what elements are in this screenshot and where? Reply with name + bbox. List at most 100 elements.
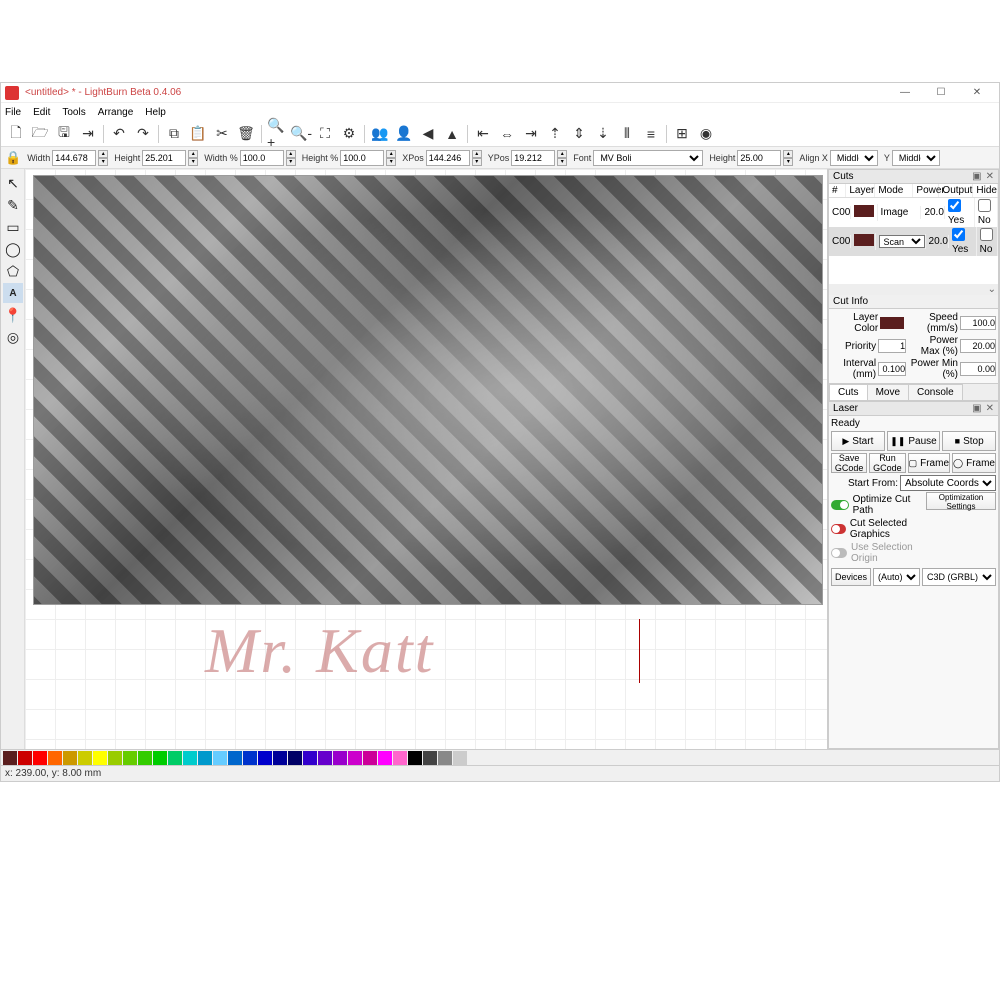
cut-icon[interactable]: ✂ bbox=[211, 123, 233, 145]
rect-tool-icon[interactable]: ▭ bbox=[3, 217, 23, 237]
palette-swatch[interactable] bbox=[408, 751, 422, 765]
alignx-select[interactable]: Middle bbox=[830, 150, 878, 166]
palette-swatch[interactable] bbox=[348, 751, 362, 765]
hide-checkbox[interactable] bbox=[978, 199, 991, 212]
frame-rect-button[interactable]: ▢ Frame bbox=[908, 453, 950, 473]
paste-icon[interactable]: 📋 bbox=[187, 123, 209, 145]
zoom-frame-icon[interactable]: ⛶ bbox=[314, 123, 336, 145]
palette-swatch[interactable] bbox=[213, 751, 227, 765]
save-icon[interactable]: 🖫 bbox=[53, 123, 75, 145]
position-tool-icon[interactable]: 📍 bbox=[3, 305, 23, 325]
settings-icon[interactable]: ⚙ bbox=[338, 123, 360, 145]
heightp-spinner[interactable]: ▴▾ bbox=[386, 150, 396, 166]
widthp-input[interactable] bbox=[240, 150, 284, 166]
palette-swatch[interactable] bbox=[273, 751, 287, 765]
hide-checkbox[interactable] bbox=[980, 228, 993, 241]
palette-swatch[interactable] bbox=[198, 751, 212, 765]
align-bottom-icon[interactable]: ⇣ bbox=[592, 123, 614, 145]
distribute-v-icon[interactable]: ≡ bbox=[640, 123, 662, 145]
polygon-tool-icon[interactable]: ⬠ bbox=[3, 261, 23, 281]
device-auto-select[interactable]: (Auto) bbox=[873, 568, 920, 586]
zoom-in-icon[interactable]: 🔍+ bbox=[266, 123, 288, 145]
palette-swatch[interactable] bbox=[378, 751, 392, 765]
device-machine-select[interactable]: C3D (GRBL) bbox=[922, 568, 996, 586]
cuts-row[interactable]: C00 Image 20.0 Yes No bbox=[829, 198, 998, 227]
palette-swatch[interactable] bbox=[168, 751, 182, 765]
pmin-input[interactable] bbox=[960, 362, 996, 376]
palette-swatch[interactable] bbox=[123, 751, 137, 765]
start-button[interactable]: ▶ Start bbox=[831, 431, 885, 451]
palette-swatch[interactable] bbox=[48, 751, 62, 765]
menu-arrange[interactable]: Arrange bbox=[98, 107, 134, 118]
canvas[interactable]: Mr. Katt bbox=[25, 169, 827, 749]
cuts-row[interactable]: C00 Scan 20.0 Yes No bbox=[829, 227, 998, 256]
ungroup-icon[interactable]: 👤 bbox=[393, 123, 415, 145]
canvas-text-object[interactable]: Mr. Katt bbox=[205, 614, 434, 688]
offset-tool-icon[interactable]: ◎ bbox=[3, 327, 23, 347]
aligny-select[interactable]: Middle bbox=[892, 150, 940, 166]
widthp-spinner[interactable]: ▴▾ bbox=[286, 150, 296, 166]
palette-swatch[interactable] bbox=[333, 751, 347, 765]
layercolor-swatch[interactable] bbox=[880, 317, 904, 329]
palette-swatch[interactable] bbox=[288, 751, 302, 765]
palette-swatch[interactable] bbox=[78, 751, 92, 765]
undo-icon[interactable]: ↶ bbox=[108, 123, 130, 145]
optimize-toggle[interactable] bbox=[831, 500, 849, 510]
panel-undock-icon[interactable]: ▣ bbox=[972, 171, 981, 182]
lock-icon[interactable]: 🔒 bbox=[5, 150, 21, 166]
font-select[interactable]: MV Boli bbox=[593, 150, 703, 166]
select-tool-icon[interactable]: ↖ bbox=[3, 173, 23, 193]
close-button[interactable]: ✕ bbox=[959, 84, 995, 102]
palette-swatch[interactable] bbox=[393, 751, 407, 765]
text-tool-icon[interactable]: A bbox=[3, 283, 23, 303]
palette-swatch[interactable] bbox=[438, 751, 452, 765]
ypos-input[interactable] bbox=[511, 150, 555, 166]
mode-select[interactable]: Scan bbox=[879, 235, 925, 248]
flip-h-icon[interactable]: ◀ bbox=[417, 123, 439, 145]
save-gcode-button[interactable]: Save GCode bbox=[831, 453, 867, 473]
speed-input[interactable] bbox=[960, 316, 996, 330]
open-icon[interactable]: 🗁 bbox=[29, 123, 51, 145]
frame-circle-button[interactable]: ◯ Frame bbox=[952, 453, 996, 473]
run-gcode-button[interactable]: Run GCode bbox=[869, 453, 905, 473]
flip-v-icon[interactable]: ▲ bbox=[441, 123, 463, 145]
menu-edit[interactable]: Edit bbox=[33, 107, 50, 118]
palette-swatch[interactable] bbox=[63, 751, 77, 765]
ellipse-tool-icon[interactable]: ◯ bbox=[3, 239, 23, 259]
width-spinner[interactable]: ▴▾ bbox=[98, 150, 108, 166]
align-center-icon[interactable]: ⇔ bbox=[496, 123, 518, 145]
palette-swatch[interactable] bbox=[243, 751, 257, 765]
panel-undock-icon[interactable]: ▣ bbox=[972, 403, 981, 414]
tab-cuts[interactable]: Cuts bbox=[829, 384, 868, 400]
import-icon[interactable]: ⇥ bbox=[77, 123, 99, 145]
height-spinner[interactable]: ▴▾ bbox=[188, 150, 198, 166]
palette-swatch[interactable] bbox=[258, 751, 272, 765]
palette-swatch[interactable] bbox=[153, 751, 167, 765]
chevron-down-icon[interactable]: ⌄ bbox=[829, 284, 998, 295]
use-origin-toggle[interactable] bbox=[831, 548, 847, 558]
priority-input[interactable] bbox=[878, 339, 906, 353]
palette-swatch[interactable] bbox=[423, 751, 437, 765]
palette-swatch[interactable] bbox=[33, 751, 47, 765]
stop-button[interactable]: ■ Stop bbox=[942, 431, 996, 451]
align-right-icon[interactable]: ⇥ bbox=[520, 123, 542, 145]
panel-close-icon[interactable]: ✕ bbox=[986, 403, 994, 414]
pmax-input[interactable] bbox=[960, 339, 996, 353]
grid-icon[interactable]: ⊞ bbox=[671, 123, 693, 145]
maximize-button[interactable]: ☐ bbox=[923, 84, 959, 102]
ypos-spinner[interactable]: ▴▾ bbox=[557, 150, 567, 166]
optimization-settings-button[interactable]: Optimization Settings bbox=[926, 492, 996, 510]
palette-swatch[interactable] bbox=[318, 751, 332, 765]
palette-swatch[interactable] bbox=[228, 751, 242, 765]
palette-swatch[interactable] bbox=[138, 751, 152, 765]
draw-tool-icon[interactable]: ✎ bbox=[3, 195, 23, 215]
align-top-icon[interactable]: ⇡ bbox=[544, 123, 566, 145]
fontheight-spinner[interactable]: ▴▾ bbox=[783, 150, 793, 166]
output-checkbox[interactable] bbox=[952, 228, 965, 241]
panel-close-icon[interactable]: ✕ bbox=[986, 171, 994, 182]
tab-console[interactable]: Console bbox=[908, 384, 963, 400]
menu-help[interactable]: Help bbox=[145, 107, 166, 118]
menu-file[interactable]: File bbox=[5, 107, 21, 118]
interval-input[interactable] bbox=[878, 362, 906, 376]
palette-swatch[interactable] bbox=[303, 751, 317, 765]
